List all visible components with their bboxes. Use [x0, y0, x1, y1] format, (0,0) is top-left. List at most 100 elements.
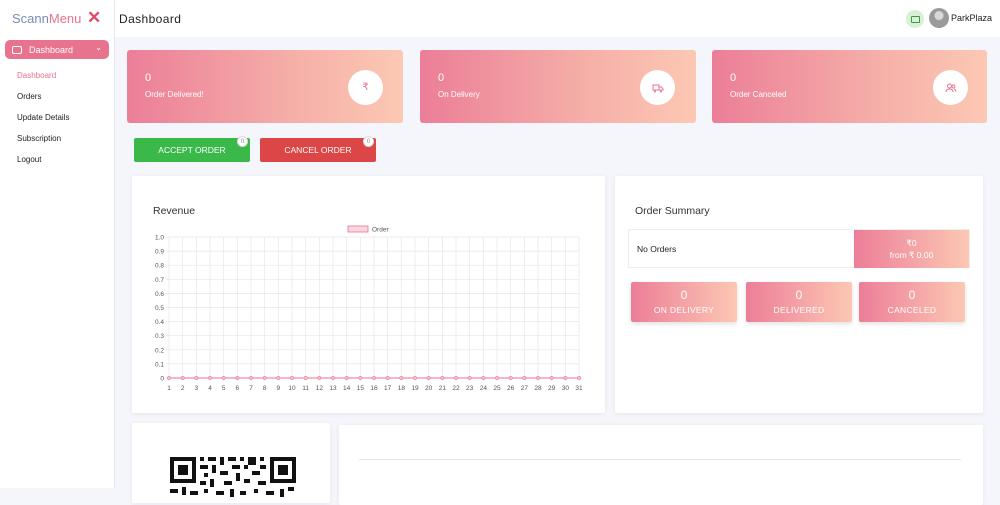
avatar[interactable] [929, 8, 949, 28]
data-point [249, 376, 253, 380]
x-tick-label: 2 [181, 385, 185, 392]
close-icon[interactable]: ✕ [87, 9, 101, 27]
truck-icon [640, 70, 675, 105]
summary-value: 0 [908, 288, 916, 302]
stat-card-canceled: 0 Order Canceled [712, 50, 987, 123]
data-point [358, 376, 363, 380]
data-point [522, 376, 527, 380]
users-icon [933, 70, 968, 105]
stat-value: 0 [730, 72, 737, 84]
user-name[interactable]: ParkPlaza [951, 13, 992, 23]
order-amount-from: from ₹ 0.00 [889, 250, 934, 260]
sidebar-dashboard-button[interactable]: Dashboard ⌄ [5, 40, 109, 59]
y-tick-label: 0.5 [155, 305, 164, 312]
data-point [194, 376, 199, 380]
x-tick-label: 12 [316, 385, 324, 392]
data-point [167, 376, 171, 380]
sidebar-dashboard-label: Dashboard [29, 44, 74, 55]
data-point [276, 376, 281, 380]
x-tick-label: 20 [425, 385, 433, 392]
chat-icon[interactable] [906, 10, 924, 28]
sidebar-item-dashboard[interactable]: Dashboard [17, 70, 69, 91]
x-tick-label: 6 [236, 385, 240, 392]
data-point [426, 376, 431, 380]
data-point [221, 376, 226, 380]
stat-label: Order Canceled [730, 90, 787, 99]
x-tick-label: 24 [480, 385, 488, 392]
brand-logo[interactable]: ScannMenu [12, 11, 81, 26]
bottom-card [339, 425, 983, 505]
data-point [290, 376, 294, 380]
data-point [549, 376, 554, 380]
x-tick-label: 29 [548, 385, 556, 392]
cancel-order-count: 0 [363, 136, 374, 147]
sidebar-item-logout[interactable]: Logout [17, 154, 69, 175]
brand-part-2: Menu [48, 11, 82, 26]
summary-label: ON DELIVERY [653, 305, 715, 315]
x-tick-label: 19 [411, 385, 419, 392]
rupee-icon: ₹ [348, 70, 383, 105]
x-tick-label: 26 [507, 385, 515, 392]
data-point [454, 376, 458, 380]
data-point [577, 376, 581, 380]
y-tick-label: 0.4 [155, 319, 164, 326]
data-point [563, 376, 568, 380]
x-tick-label: 5 [222, 385, 226, 392]
sidebar-item-orders[interactable]: Orders [17, 91, 69, 112]
brand-part-1: Scann [12, 11, 49, 26]
stat-value: 0 [438, 72, 445, 84]
top-bar: Dashboard ParkPlaza [115, 0, 1000, 37]
data-point [262, 376, 267, 380]
stat-card-delivered: 0 Order Delivered! ₹ [127, 50, 403, 123]
y-tick-label: 1.0 [155, 235, 164, 242]
sidebar-item-update-details[interactable]: Update Details [17, 112, 69, 133]
data-point [344, 376, 349, 380]
data-point [495, 376, 499, 380]
cancel-order-button[interactable]: CANCEL ORDER 0 [260, 136, 376, 162]
qr-code-image [170, 457, 296, 497]
order-summary-title: Order Summary [635, 205, 710, 217]
x-tick-label: 13 [329, 385, 337, 392]
y-tick-label: 0.6 [155, 291, 164, 298]
stat-value: 0 [145, 72, 152, 84]
data-point [536, 376, 540, 380]
x-tick-label: 15 [357, 385, 365, 392]
data-point [399, 376, 404, 380]
x-tick-label: 22 [452, 385, 460, 392]
x-tick-label: 3 [195, 385, 199, 392]
summary-value: 0 [795, 288, 803, 302]
summary-label: DELIVERED [773, 305, 825, 315]
accept-order-count: 0 [237, 136, 248, 147]
data-point [303, 376, 308, 380]
revenue-chart: 00.10.20.30.40.50.60.70.80.91.01 2 3 4 5 6 7 8 9… [155, 225, 583, 392]
x-tick-label: 1 [167, 385, 171, 392]
dashboard-icon [12, 45, 22, 54]
data-point [440, 376, 445, 380]
no-orders-text: No Orders [637, 244, 677, 254]
x-tick-label: 9 [277, 385, 281, 392]
stat-label: Order Delivered! [145, 90, 204, 99]
sidebar-menu: Dashboard Orders Update Details Subscrip… [17, 70, 69, 175]
summary-label: CANCELED [887, 305, 937, 315]
x-tick-label: 14 [343, 385, 351, 392]
data-point [372, 376, 376, 380]
data-point [385, 376, 390, 380]
y-tick-label: 0.2 [155, 347, 164, 354]
x-tick-label: 17 [384, 385, 392, 392]
x-tick-label: 21 [439, 385, 447, 392]
sidebar-item-subscription[interactable]: Subscription [17, 133, 69, 154]
x-tick-label: 31 [575, 385, 583, 392]
x-tick-label: 7 [249, 385, 253, 392]
summary-box-delivered: 0 DELIVERED [746, 282, 852, 322]
x-tick-label: 25 [493, 385, 501, 392]
data-point [317, 376, 322, 380]
x-tick-label: 4 [208, 385, 212, 392]
data-point [235, 376, 240, 380]
y-tick-label: 0.3 [155, 333, 164, 340]
data-point [508, 376, 513, 380]
data-point [481, 376, 486, 380]
y-tick-label: 0.7 [155, 277, 164, 284]
page-title: Dashboard [119, 12, 182, 26]
accept-order-button[interactable]: ACCEPT ORDER 0 [134, 136, 250, 162]
y-tick-label: 0.9 [155, 249, 164, 256]
